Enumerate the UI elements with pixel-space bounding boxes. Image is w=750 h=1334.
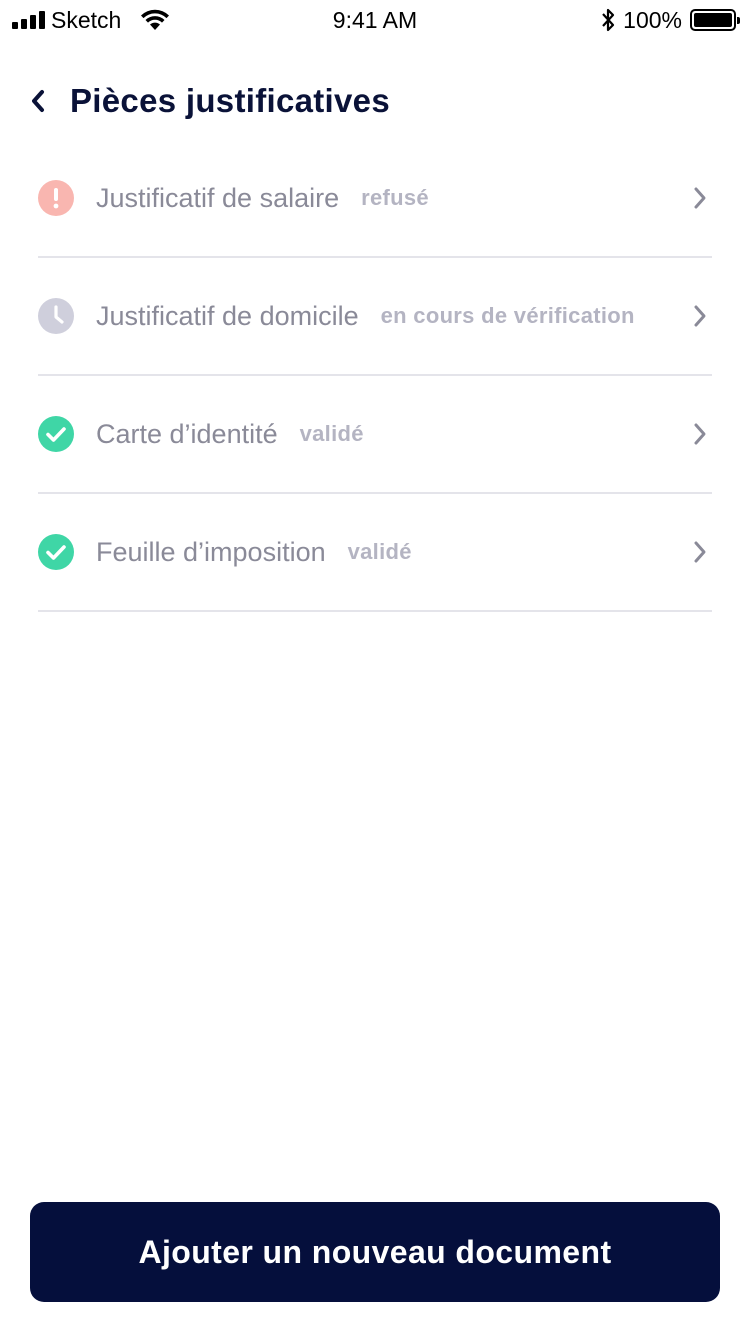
back-button[interactable] [30, 86, 56, 116]
battery-percentage: 100% [623, 6, 682, 33]
document-name: Feuille d’imposition [96, 536, 326, 567]
document-status-pending: en cours de vérification [380, 303, 635, 328]
document-status-validated: validé [299, 421, 364, 446]
chevron-right-icon [694, 305, 706, 327]
document-name: Justificatif de domicile [96, 300, 359, 331]
add-document-button-label: Ajouter un nouveau document [138, 1233, 612, 1270]
page-header: Pièces justificatives [30, 78, 390, 124]
document-row-residence[interactable]: Justificatif de domicile en cours de vér… [38, 258, 712, 376]
bluetooth-icon [602, 8, 615, 32]
battery-icon [690, 9, 740, 31]
document-name: Justificatif de salaire [96, 182, 340, 213]
status-bar-right: 100% [599, 6, 740, 34]
page-title: Pièces justificatives [70, 82, 390, 119]
chevron-right-icon [694, 187, 706, 209]
alert-icon [38, 180, 74, 216]
document-row-salary[interactable]: Justificatif de salaire refusé [38, 140, 712, 258]
document-row-id-card[interactable]: Carte d’identité validé [38, 376, 712, 494]
check-icon [38, 416, 74, 452]
chevron-right-icon [694, 541, 706, 563]
document-status-validated: validé [347, 539, 412, 564]
chevron-left-icon [32, 90, 44, 112]
status-bar: Sketch 9:41 AM 100% [0, 0, 750, 40]
document-status-refused: refusé [361, 185, 429, 210]
add-document-button[interactable]: Ajouter un nouveau document [30, 1202, 720, 1302]
documents-list: Justificatif de salaire refusé Justifica… [38, 140, 712, 612]
clock-icon [38, 298, 74, 334]
document-name: Carte d’identité [96, 418, 278, 449]
chevron-right-icon [694, 423, 706, 445]
check-icon [38, 534, 74, 570]
document-row-tax-notice[interactable]: Feuille d’imposition validé [38, 494, 712, 612]
